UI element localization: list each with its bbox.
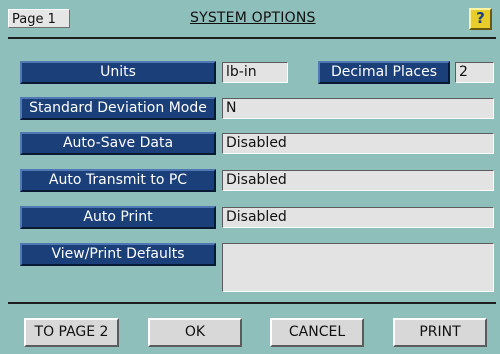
print-button[interactable]: PRINT [393,318,487,347]
standard-deviation-mode-button[interactable]: Standard Deviation Mode [20,97,216,120]
auto-save-data-field[interactable]: Disabled [222,133,494,154]
footer-divider [8,302,496,304]
auto-print-button[interactable]: Auto Print [20,206,216,229]
header-divider [8,37,496,39]
page-title: SYSTEM OPTIONS [190,10,316,26]
auto-print-field[interactable]: Disabled [222,207,494,228]
cancel-button[interactable]: CANCEL [270,318,364,347]
auto-transmit-to-pc-field[interactable]: Disabled [222,170,494,191]
decimal-places-button[interactable]: Decimal Places [318,61,450,84]
decimal-places-field[interactable]: 2 [455,62,494,83]
units-field[interactable]: lb-in [222,62,288,83]
to-page-2-button[interactable]: TO PAGE 2 [24,318,119,347]
page-indicator: Page 1 [8,9,70,28]
auto-transmit-to-pc-button[interactable]: Auto Transmit to PC [20,169,216,192]
ok-button[interactable]: OK [148,318,242,347]
help-button[interactable]: ? [469,8,492,30]
standard-deviation-mode-field[interactable]: N [222,98,494,119]
question-mark-icon: ? [476,9,485,27]
system-options-panel: Page 1 SYSTEM OPTIONS ? Units lb-in Deci… [0,0,500,354]
auto-save-data-button[interactable]: Auto-Save Data [20,132,216,155]
view-print-defaults-button[interactable]: View/Print Defaults [20,243,216,266]
view-print-defaults-field [222,243,494,292]
units-button[interactable]: Units [20,61,216,84]
